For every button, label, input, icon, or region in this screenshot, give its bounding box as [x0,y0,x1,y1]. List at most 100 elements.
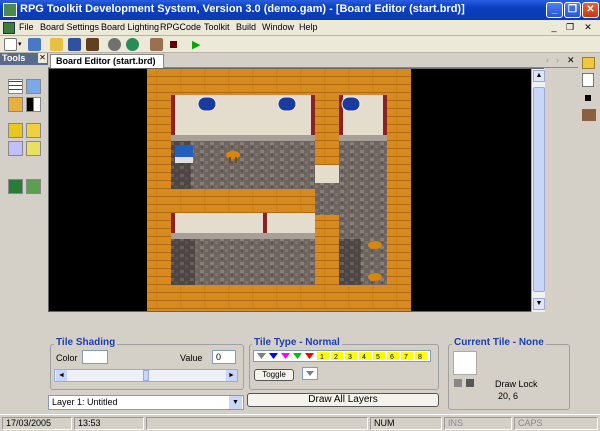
draw-all-layers-button[interactable]: Draw All Layers [247,393,439,407]
board-map[interactable] [49,69,529,311]
save-icon[interactable] [68,38,81,51]
status-blank [146,417,368,430]
right-sidebar [578,53,600,413]
dropdown-triangle-icon [306,371,314,376]
tile-type-number-label: 3 [348,354,352,361]
mdi-close-button[interactable]: ✕ [582,22,594,33]
tab-scroll-left[interactable]: ‹ [546,55,549,65]
value-input[interactable]: 0 [212,350,236,364]
dropdown-arrow-icon[interactable]: ▾ [18,40,22,48]
tools-title: Tools [2,53,26,63]
tile-icon[interactable] [8,97,23,112]
board-vertical-scrollbar[interactable]: ▲ ▼ [531,69,545,313]
arrow-icon[interactable] [8,179,23,194]
draw-lock-coords: 20, 6 [498,391,519,401]
tile-type-arrow-5[interactable] [305,353,314,359]
window-title: RPG Toolkit Development System, Version … [20,3,465,15]
tile-type-arrow-4[interactable] [293,353,302,359]
chevron-down-icon[interactable]: ▼ [229,396,242,409]
save-all-icon[interactable] [86,38,99,51]
tools-close-button[interactable]: ✕ [38,53,47,63]
current-tile-title: Current Tile - None [452,337,546,348]
undo-icon[interactable] [26,79,41,94]
bed-tile [175,145,193,163]
scroll-up-button[interactable]: ▲ [533,70,545,82]
scroll-thumb[interactable] [533,87,545,292]
tile-type-dropdown[interactable] [302,367,318,380]
erase-icon[interactable] [8,141,23,156]
tab-scroll-right[interactable]: › [556,55,559,65]
toolbar: ▾ ▶ [0,36,600,53]
tile-type-arrow-2[interactable] [269,353,278,359]
square-icon[interactable] [585,95,591,101]
tools-icon[interactable] [582,109,596,121]
folder-icon[interactable] [582,57,595,69]
tile-type-strip[interactable]: 1 2 3 4 5 6 7 8 [253,350,431,362]
tile-type-number-label: 2 [334,354,338,361]
mdi-minimize-button[interactable]: _ [548,22,560,32]
tile-type-number-label: 8 [418,354,422,361]
shade-icon[interactable] [26,97,41,112]
new-icon[interactable] [4,38,17,51]
menu-bar: File Board Settings Board Lighting RPGCo… [0,20,600,36]
menu-toolkit[interactable]: Toolkit [204,22,230,32]
tile-nav-prev-icon[interactable] [454,379,462,387]
maximize-button[interactable]: ❐ [564,2,581,18]
document-icon[interactable] [3,22,15,34]
menu-board-settings[interactable]: Board Settings [40,22,99,32]
slider-left-button[interactable]: ◄ [56,370,67,381]
settings-icon[interactable] [108,38,121,51]
fill-icon[interactable] [26,141,41,156]
menu-build[interactable]: Build [236,22,256,32]
menu-file[interactable]: File [19,22,34,32]
shading-slider[interactable]: ◄ ► [54,369,238,382]
status-num: NUM [370,417,442,430]
slider-thumb[interactable] [143,370,149,381]
test-icon[interactable] [150,38,163,51]
draw-lock-label: Draw Lock [495,379,538,389]
tile-type-number-label: 4 [362,354,366,361]
toggle-button[interactable]: Toggle [254,369,294,381]
tile-type-arrow-3[interactable] [281,353,290,359]
open-project-icon[interactable] [28,38,41,51]
tile-type-arrow-1[interactable] [257,353,266,359]
page-icon[interactable] [582,73,594,87]
tile-type-options[interactable]: 1 2 3 4 5 6 7 8 [254,351,430,361]
tab-board-editor[interactable]: Board Editor (start.brd) [50,54,164,68]
status-date: 17/03/2005 [2,417,72,430]
title-bar: RPG Toolkit Development System, Version … [0,0,600,20]
menu-board-lighting[interactable]: Board Lighting [101,22,159,32]
value-label: Value [180,353,203,363]
layer-select[interactable]: Layer 1: Untitled ▼ [48,395,244,410]
mdi-restore-button[interactable]: ❐ [564,22,576,33]
globe-icon[interactable] [126,38,139,51]
unlock-icon[interactable] [26,123,41,138]
menu-window[interactable]: Window [262,22,294,32]
board-canvas[interactable]: ▲ ▼ [48,68,545,313]
tab-close-button[interactable]: ✕ [567,55,575,66]
color-swatch[interactable] [82,350,108,364]
tile-type-number-label: 5 [376,354,380,361]
app-icon [3,3,17,17]
program-icon[interactable] [26,179,41,194]
menu-rpgcode[interactable]: RPGCode [160,22,201,32]
tools-panel-header: Tools ✕ [0,53,48,65]
lock-icon[interactable] [8,123,23,138]
slider-right-button[interactable]: ► [226,370,237,381]
color-label: Color [56,353,78,363]
layer-select-value: Layer 1: Untitled [52,397,118,407]
close-button[interactable]: ✕ [582,2,599,18]
stop-icon[interactable] [170,41,177,48]
grid-icon[interactable] [8,79,23,94]
tile-type-number-label: 7 [404,354,408,361]
menu-help[interactable]: Help [299,22,318,32]
minimize-button[interactable]: _ [546,2,563,18]
status-ins: INS [444,417,512,430]
open-icon[interactable] [50,38,63,51]
tools-panel [0,65,48,414]
tile-type-title: Tile Type - Normal [252,337,342,348]
tile-nav-next-icon[interactable] [466,379,474,387]
status-bar: 17/03/2005 13:53 NUM INS CAPS [0,414,600,431]
run-icon[interactable]: ▶ [192,38,200,51]
scroll-down-button[interactable]: ▼ [533,298,545,310]
